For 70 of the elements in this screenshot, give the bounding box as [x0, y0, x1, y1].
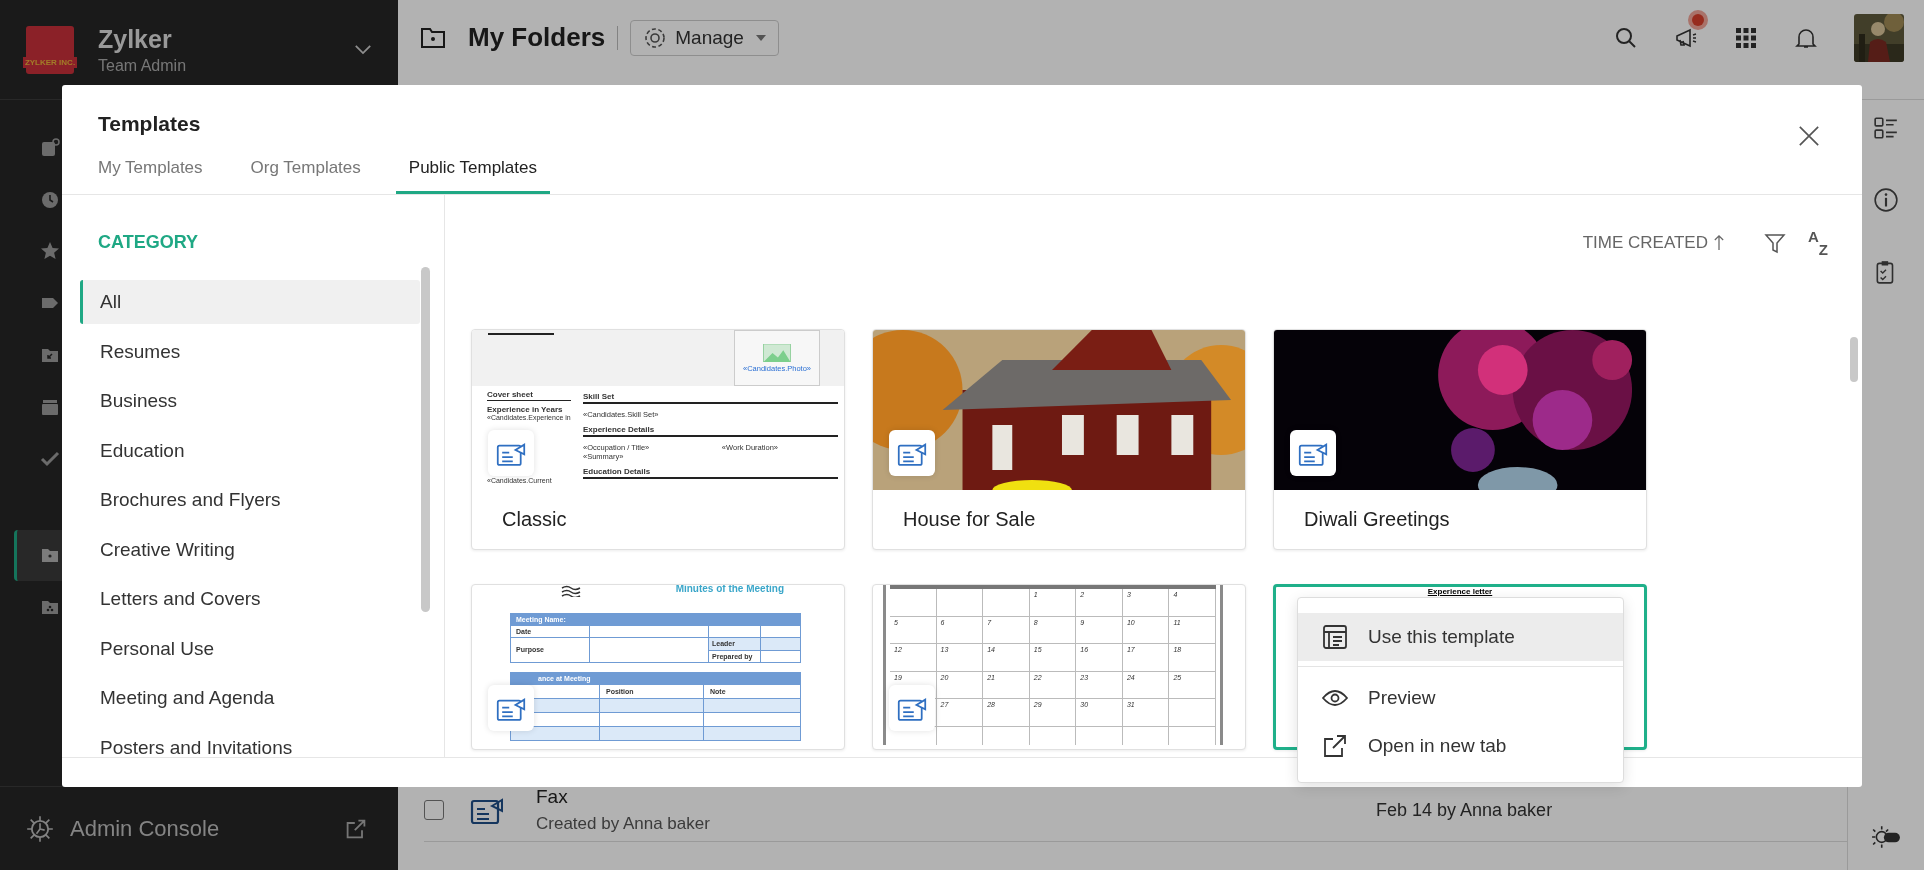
wave-logo-icon — [560, 585, 582, 597]
company-logo: ZYLKER INC. — [26, 25, 74, 74]
manage-button[interactable]: Manage — [630, 19, 779, 56]
template-card[interactable]: House for Sale — [872, 329, 1246, 550]
admin-console-link[interactable]: Admin Console — [70, 815, 344, 842]
category-item[interactable]: All — [80, 280, 420, 324]
search-icon[interactable] — [1614, 25, 1638, 50]
created-by: Created by Anna baker — [536, 814, 711, 834]
scrollbar[interactable] — [1850, 337, 1858, 382]
dialog-title: Templates — [98, 111, 201, 137]
document-type-icon — [1290, 430, 1336, 476]
document-text: Education Details — [583, 467, 838, 479]
document-name[interactable]: Fax — [536, 786, 1376, 808]
checkbox[interactable] — [424, 800, 444, 820]
nav-item[interactable] — [14, 529, 62, 582]
user-role: Team Admin — [98, 56, 188, 75]
gear-icon — [26, 814, 54, 843]
notification-dot — [1692, 13, 1704, 26]
app-grid-icon[interactable] — [1734, 25, 1758, 50]
category-item[interactable]: Resumes — [80, 329, 420, 374]
document-text: Cover sheet — [487, 390, 571, 401]
category-item[interactable]: Education — [80, 428, 420, 473]
menu-item[interactable]: Preview — [1298, 674, 1623, 722]
info-icon[interactable] — [1873, 187, 1899, 213]
template-name: Diwali Greetings — [1303, 507, 1451, 532]
theme-toggle-icon[interactable] — [1871, 824, 1901, 850]
document-icon — [39, 137, 60, 158]
folder-icon — [420, 26, 446, 49]
external-link-icon — [1322, 733, 1348, 759]
document-title: Experience letter — [1427, 587, 1493, 597]
category-item[interactable]: Business — [80, 379, 420, 423]
category-item[interactable]: Posters and Invitations — [80, 725, 420, 757]
template-name: House for Sale — [902, 507, 1037, 532]
tab[interactable]: Public Templates — [395, 145, 550, 194]
document-text: Experience in Years — [487, 405, 564, 414]
category-item[interactable]: Personal Use — [80, 626, 420, 671]
category-item[interactable]: Letters and Covers — [80, 577, 420, 621]
list-view-icon[interactable] — [1873, 115, 1899, 141]
category-item[interactable]: Creative Writing — [80, 527, 420, 572]
menu-item[interactable]: Open in new tab — [1298, 722, 1623, 770]
sort-alphabetical-icon[interactable]: A Z — [1808, 227, 1828, 258]
arrow-up-icon[interactable] — [1714, 233, 1724, 252]
close-icon[interactable] — [1798, 125, 1820, 147]
tab[interactable]: Org Templates — [237, 145, 374, 194]
tab[interactable]: My Templates — [85, 145, 216, 194]
document-type-icon — [889, 430, 935, 476]
document-type-icon — [488, 685, 534, 731]
organization-name: Zylker — [98, 24, 173, 54]
filter-icon[interactable] — [1764, 231, 1786, 254]
page-title: My Folders — [468, 22, 606, 53]
document-text: Experience Details — [583, 425, 838, 437]
clock-icon — [39, 189, 60, 210]
category-heading: CATEGORY — [97, 231, 199, 254]
scrollbar[interactable] — [421, 267, 430, 612]
sort-label[interactable]: TIME CREATED — [1582, 232, 1708, 253]
document-title: Minutes of the Meeting — [675, 585, 784, 594]
document-type-icon — [488, 430, 534, 476]
template-icon — [1322, 624, 1348, 650]
category-item[interactable]: Brochures and Flyers — [80, 478, 420, 522]
category-item[interactable]: Meeting and Agenda — [80, 676, 420, 720]
template-card[interactable]: Diwali Greetings — [1273, 329, 1647, 550]
chevron-down-icon[interactable] — [354, 44, 372, 55]
modified-date: Feb 14 by Anna baker — [1376, 799, 1553, 821]
gear-icon — [643, 25, 668, 50]
template-card[interactable] — [471, 329, 845, 550]
template-name: Classic — [501, 507, 568, 532]
document-type-icon — [889, 685, 935, 731]
caret-icon — [755, 34, 766, 41]
document-text: Skill Set — [583, 392, 838, 404]
menu-item[interactable]: Use this template — [1298, 613, 1623, 661]
